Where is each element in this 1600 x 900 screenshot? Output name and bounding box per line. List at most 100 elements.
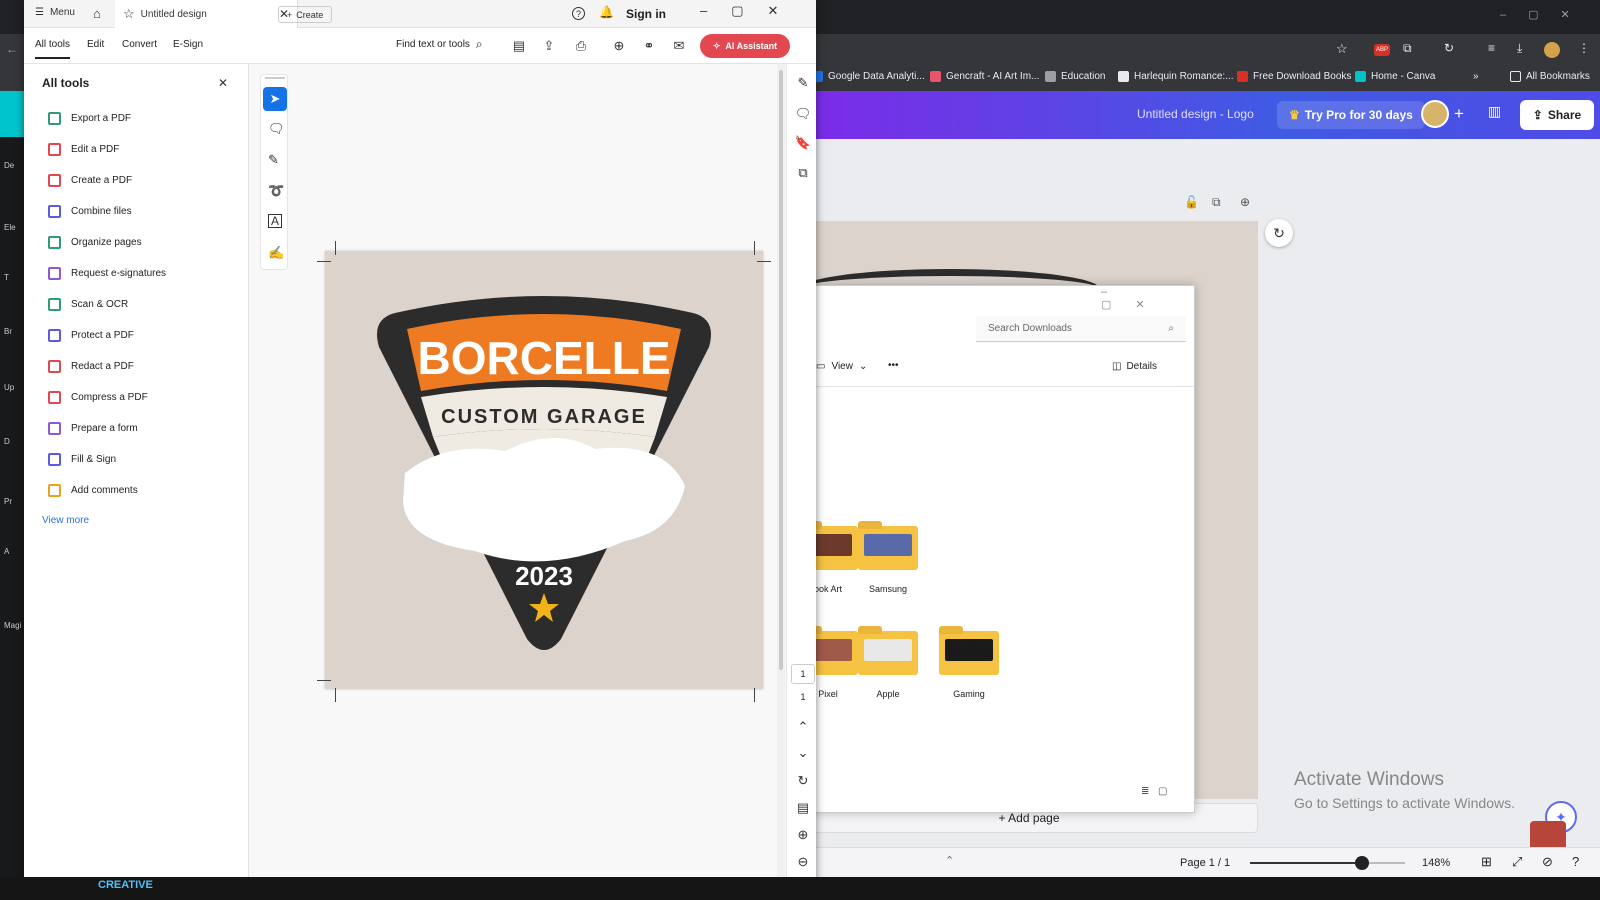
folder-item[interactable]: Apple: [858, 626, 918, 699]
search-downloads-input[interactable]: Search Downloads ⌕: [976, 316, 1186, 342]
edit-pdf-icon[interactable]: ✎: [794, 74, 812, 92]
comments-icon[interactable]: 🗨: [794, 105, 812, 123]
tab-esign[interactable]: E-Sign: [173, 39, 203, 50]
ai-assistant-button[interactable]: ✧ AI Assistant: [700, 34, 790, 58]
all-bookmarks[interactable]: All Bookmarks: [1510, 71, 1590, 82]
bookmark-item[interactable]: Gencraft - AI Art Im...: [930, 71, 1039, 82]
menu-button[interactable]: ☰ Menu: [35, 7, 75, 18]
tool-item[interactable]: Redact a PDF: [48, 360, 134, 373]
list-view-icon[interactable]: ≣: [1141, 786, 1149, 797]
design-title[interactable]: Untitled design - Logo: [1137, 107, 1254, 121]
previous-page-icon[interactable]: ⌃: [794, 718, 812, 736]
help-icon[interactable]: ?: [1572, 854, 1579, 869]
star-icon[interactable]: ☆: [123, 6, 135, 22]
details-button[interactable]: ◫ Details: [1112, 361, 1157, 372]
zoom-slider[interactable]: [1250, 856, 1405, 870]
insights-icon[interactable]: ▥: [1488, 103, 1501, 120]
upload-cloud-icon[interactable]: ⇪: [539, 36, 559, 56]
tool-item[interactable]: Edit a PDF: [48, 143, 119, 156]
chrome-menu-icon[interactable]: ⋮: [1578, 41, 1590, 55]
canva-nav-label[interactable]: A: [4, 547, 9, 556]
bookmarks-overflow[interactable]: »: [1473, 71, 1479, 82]
lock-icon[interactable]: 🔓: [1184, 195, 1199, 209]
view-menu[interactable]: ▭ View ⌄: [816, 361, 867, 372]
explorer-window-controls[interactable]: –▢✕: [1101, 286, 1194, 311]
reading-list-icon[interactable]: ≡: [1488, 41, 1495, 55]
find-tools[interactable]: Find text or tools ⌕: [396, 37, 483, 52]
back-icon[interactable]: ←: [6, 42, 18, 56]
text-tool-icon[interactable]: A: [268, 214, 282, 228]
create-button[interactable]: + Create: [278, 6, 333, 23]
tab-alltools[interactable]: All tools: [35, 39, 71, 59]
more-options[interactable]: •••: [888, 360, 899, 371]
tile-view-icon[interactable]: ▢: [1158, 786, 1167, 797]
pdf-page[interactable]: BORCELLE CUSTOM GARAGE 2023: [325, 251, 763, 689]
view-more-link[interactable]: View more: [42, 515, 89, 526]
canva-nav-label[interactable]: Pr: [4, 497, 12, 506]
check-icon[interactable]: ⊘: [1542, 854, 1553, 870]
try-pro-button[interactable]: ♛ Try Pro for 30 days: [1277, 101, 1425, 129]
page-number-input[interactable]: 1: [791, 664, 815, 684]
folder-item[interactable]: Gaming: [939, 626, 999, 699]
rotate-icon[interactable]: ↻: [794, 772, 812, 790]
next-page-icon[interactable]: ⌄: [794, 744, 812, 762]
select-tool-icon[interactable]: ➤: [263, 87, 287, 111]
tab-edit[interactable]: Edit: [87, 39, 104, 50]
document-tab[interactable]: ☆ Untitled design ✕: [115, 0, 298, 28]
notification-bell-icon[interactable]: 🔔: [599, 5, 614, 19]
canva-nav-label[interactable]: Br: [4, 327, 12, 336]
highlight-tool-icon[interactable]: ✎: [268, 152, 279, 168]
tool-item[interactable]: Export a PDF: [48, 112, 131, 125]
home-icon[interactable]: ⌂: [93, 6, 101, 21]
page-fit-icon[interactable]: ▤: [794, 799, 812, 817]
bookmark-item[interactable]: Harlequin Romance:...: [1118, 71, 1234, 82]
draw-tool-icon[interactable]: ➰: [268, 183, 284, 199]
profile-avatar[interactable]: [1544, 42, 1560, 58]
history-icon[interactable]: ↻: [1444, 41, 1454, 55]
scrollbar-thumb[interactable]: [779, 70, 783, 670]
bookmark-item[interactable]: Home - Canva: [1355, 71, 1435, 82]
link-icon[interactable]: ⚭: [639, 36, 659, 56]
bookmark-item[interactable]: Google Data Analyti...: [812, 71, 925, 82]
bookmarks-icon[interactable]: 🔖: [794, 134, 812, 152]
zoom-level[interactable]: 148%: [1422, 857, 1450, 869]
fullscreen-icon[interactable]: ⤢: [1512, 854, 1522, 870]
tool-item[interactable]: Organize pages: [48, 236, 142, 249]
add-collaborator-icon[interactable]: +: [1454, 104, 1464, 124]
refresh-icon[interactable]: ↻: [1265, 219, 1293, 247]
canva-nav-label[interactable]: D: [4, 437, 10, 446]
download-icon[interactable]: ⤓: [1517, 41, 1522, 56]
tool-item[interactable]: Prepare a form: [48, 422, 138, 435]
sign-in-button[interactable]: Sign in: [626, 7, 666, 21]
sign-tool-icon[interactable]: ✍: [268, 245, 284, 261]
tool-item[interactable]: Request e-signatures: [48, 267, 166, 280]
extensions-icon[interactable]: ⧉: [1403, 41, 1412, 56]
help-icon[interactable]: ?: [572, 7, 585, 20]
canva-nav-label[interactable]: Magi: [4, 621, 21, 630]
collapse-icon[interactable]: ⌃: [945, 854, 954, 867]
zoom-in-icon[interactable]: ⊕: [794, 826, 812, 844]
folder-item[interactable]: Samsung: [858, 521, 918, 594]
tool-item[interactable]: Protect a PDF: [48, 329, 134, 342]
star-icon[interactable]: ☆: [1336, 41, 1348, 57]
canva-nav-label[interactable]: T: [4, 273, 9, 282]
tool-item[interactable]: Combine files: [48, 205, 132, 218]
vertical-scrollbar[interactable]: [777, 64, 785, 893]
save-icon[interactable]: ▤: [509, 36, 529, 56]
acrobat-window-controls[interactable]: –▢✕: [700, 3, 802, 19]
grid-view-icon[interactable]: ⊞: [1481, 854, 1492, 870]
drag-handle[interactable]: [265, 77, 285, 79]
share-user-icon[interactable]: ⊕: [609, 36, 629, 56]
tool-item[interactable]: Fill & Sign: [48, 453, 116, 466]
tab-convert[interactable]: Convert: [122, 39, 157, 50]
tool-item[interactable]: Add comments: [48, 484, 138, 497]
close-panel-icon[interactable]: ✕: [218, 76, 228, 90]
user-avatar[interactable]: [1421, 100, 1449, 128]
window-controls[interactable]: –▢✕: [1500, 8, 1592, 21]
bookmark-item[interactable]: Education: [1045, 71, 1105, 82]
bookmark-item[interactable]: Free Download Books: [1237, 71, 1351, 82]
canva-nav-label[interactable]: Up: [4, 383, 14, 392]
tool-item[interactable]: Create a PDF: [48, 174, 132, 187]
tool-item[interactable]: Scan & OCR: [48, 298, 128, 311]
adblock-icon[interactable]: ABP: [1374, 44, 1390, 56]
